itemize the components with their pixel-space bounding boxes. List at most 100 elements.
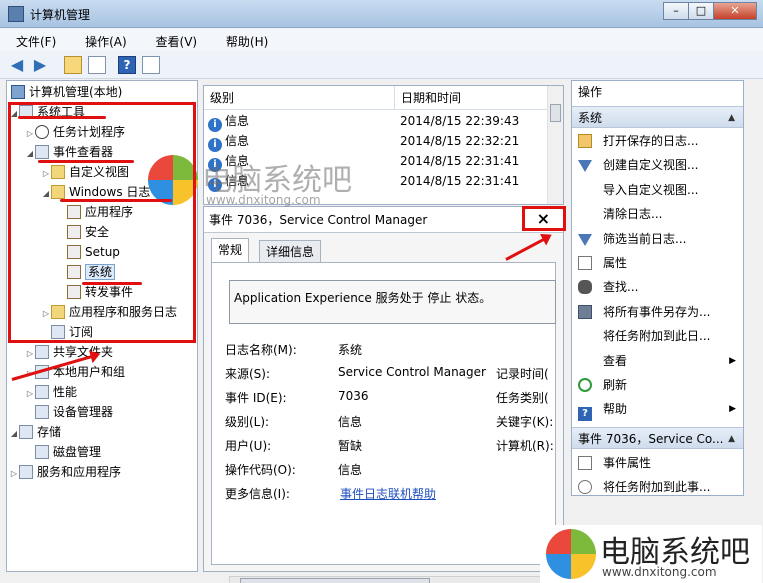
expander-icon[interactable]: ◢ — [25, 145, 35, 163]
action-item[interactable]: 属性 — [578, 252, 738, 274]
properties-icon — [578, 256, 592, 270]
actions-group-system[interactable]: 系统 ▲ — [572, 106, 743, 128]
properties-icon — [578, 456, 592, 470]
watermark-url: www.dnxitong.com — [206, 193, 321, 207]
action-item[interactable]: ? 帮助 ▶ — [578, 398, 738, 422]
tree-item[interactable]: 安全 — [57, 223, 109, 241]
tree-item[interactable]: ▷ 性能 — [25, 383, 77, 401]
action-item[interactable]: 事件属性 — [578, 452, 738, 474]
expander-icon[interactable]: ▷ — [9, 465, 19, 483]
column-level[interactable]: 级别 — [204, 86, 395, 110]
action-item[interactable]: 导入自定义视图... — [578, 179, 738, 201]
tree-item[interactable]: 转发事件 — [57, 283, 133, 301]
tree-item[interactable]: 订阅 — [41, 323, 93, 341]
tree-item[interactable]: ◢ 存储 — [9, 423, 61, 441]
tree-item[interactable]: ◢ 事件查看器 — [25, 143, 113, 161]
detail-horizontal-scrollbar[interactable] — [229, 576, 556, 583]
expander-icon[interactable]: ▷ — [25, 125, 35, 143]
action-label: 将所有事件另存为... — [603, 304, 711, 319]
level-label: 级别(L): — [225, 415, 270, 429]
watermark-url: www.dnxitong.com — [602, 565, 717, 579]
action-label: 帮助 — [603, 402, 628, 417]
log-icon — [67, 285, 81, 299]
expander-icon[interactable]: ▷ — [41, 165, 51, 183]
filter-icon — [578, 160, 592, 173]
collapse-icon: ▲ — [728, 434, 735, 444]
source-value: Service Control Manager — [338, 365, 486, 379]
expander-icon[interactable]: ◢ — [9, 105, 19, 123]
action-item[interactable]: 将所有事件另存为... — [578, 301, 738, 323]
menu-help[interactable]: 帮助(H) — [210, 29, 277, 50]
close-icon[interactable]: × — [537, 210, 550, 228]
tree-item[interactable]: ▷ 服务和应用程序 — [9, 463, 121, 481]
tree-item[interactable]: ▷ 应用程序和服务日志 — [41, 303, 177, 321]
tree-item-label: 本地用户和组 — [53, 365, 126, 379]
event-date: 2014/8/15 22:32:21 — [400, 134, 520, 148]
action-item[interactable]: 打开保存的日志... — [578, 130, 738, 152]
info-icon: i — [208, 118, 222, 132]
table-row[interactable]: i 信息 2014/8/15 22:32:21 — [204, 131, 548, 152]
tree-item[interactable]: ▷ 自定义视图 — [41, 163, 129, 181]
menu-action[interactable]: 操作(A) — [69, 29, 136, 50]
help-icon[interactable]: ? — [118, 56, 136, 74]
action-item[interactable]: 查找... — [578, 276, 738, 298]
tree-item-label: 事件查看器 — [53, 145, 114, 159]
tree-item-label: 应用程序 — [85, 205, 134, 219]
menu-view[interactable]: 查看(V) — [140, 29, 207, 50]
event-log-online-help-link[interactable]: 事件日志联机帮助 — [340, 485, 436, 502]
computer-icon — [11, 85, 25, 99]
storage-icon — [19, 425, 33, 439]
log-name-label: 日志名称(M): — [225, 343, 297, 357]
action-item[interactable]: 清除日志... — [578, 203, 738, 225]
back-arrow-icon[interactable]: ◀ — [8, 56, 26, 74]
close-window-button[interactable]: ✕ — [713, 2, 757, 20]
action-item[interactable]: 创建自定义视图... — [578, 154, 738, 176]
annotation-underline-event-viewer — [38, 160, 134, 163]
action-label: 将任务附加到此日... — [603, 329, 711, 344]
tab-general[interactable]: 常规 — [211, 238, 250, 262]
forward-arrow-icon[interactable]: ▶ — [31, 56, 49, 74]
expander-icon[interactable]: ◢ — [41, 185, 51, 203]
opcode-label: 操作代码(O): — [225, 463, 296, 477]
maximize-button[interactable]: □ — [688, 2, 714, 20]
column-date-time[interactable]: 日期和时间 — [395, 86, 548, 110]
minimize-button[interactable]: – — [663, 2, 689, 20]
action-item[interactable]: 刷新 — [578, 374, 738, 396]
tree-root[interactable]: 计算机管理(本地) — [11, 83, 122, 101]
action-item[interactable]: 将任务附加到此日... — [578, 325, 738, 347]
table-row[interactable]: i 信息 2014/8/15 22:39:43 — [204, 111, 548, 132]
expander-icon[interactable]: ◢ — [9, 425, 19, 443]
show-hide-action-pane-icon[interactable] — [142, 56, 160, 74]
tree-item[interactable]: 应用程序 — [57, 203, 133, 221]
tree-item-label: Setup — [85, 245, 120, 259]
action-item[interactable]: 查看 ▶ — [578, 350, 738, 372]
tree-item-label: 安全 — [85, 225, 110, 239]
more-info-label: 更多信息(I): — [225, 487, 290, 501]
actions-title: 操作 — [572, 81, 743, 103]
find-icon — [578, 280, 592, 295]
tree-item[interactable]: Setup — [57, 243, 120, 261]
menu-file[interactable]: 文件(F) — [0, 29, 65, 50]
expander-icon[interactable]: ▷ — [41, 305, 51, 323]
event-list-scrollbar[interactable] — [547, 86, 563, 204]
log-icon — [67, 265, 81, 279]
action-label: 创建自定义视图... — [603, 158, 699, 173]
menu-bar: 文件(F) 操作(A) 查看(V) 帮助(H) — [0, 29, 763, 51]
tab-details[interactable]: 详细信息 — [259, 240, 322, 262]
tree-item[interactable]: 磁盘管理 — [25, 443, 101, 461]
action-item[interactable]: 将任务附加到此事... — [578, 476, 738, 498]
actions-group-event[interactable]: 事件 7036，Service Co... ▲ — [572, 427, 743, 449]
expander-icon[interactable]: ▷ — [25, 385, 35, 403]
action-item[interactable]: 筛选当前日志... — [578, 228, 738, 250]
event-id-value: 7036 — [338, 389, 369, 403]
window-title: 计算机管理 — [30, 8, 91, 22]
expander-icon[interactable]: ▷ — [25, 345, 35, 363]
refresh-icon — [578, 378, 592, 392]
tree-item[interactable]: ▷ 任务计划程序 — [25, 123, 125, 141]
up-folder-icon[interactable] — [64, 56, 82, 74]
tree-item[interactable]: 设备管理器 — [25, 403, 113, 421]
tree-item[interactable]: 系统 — [57, 263, 116, 281]
tree-item-label: 磁盘管理 — [53, 445, 102, 459]
tree-item-label: 系统 — [85, 264, 116, 280]
show-hide-tree-icon[interactable] — [88, 56, 106, 74]
